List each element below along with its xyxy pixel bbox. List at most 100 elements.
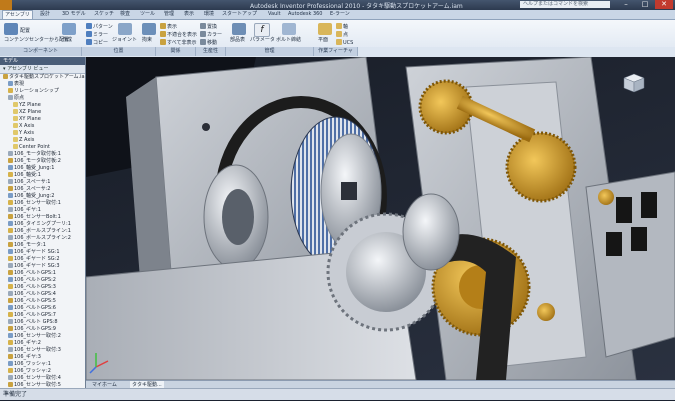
show-sick-button[interactable]: 不適合を表示 — [167, 32, 197, 38]
tab-getstarted[interactable]: スタートアップ — [222, 10, 257, 19]
tree-node[interactable]: リレーションシップ — [0, 88, 85, 95]
bom-button[interactable]: 部品表 — [230, 37, 245, 43]
tree-node[interactable]: 106_ボールスプライン:1 — [0, 228, 85, 235]
tree-node[interactable]: 106_ベルト GPS:8 — [0, 319, 85, 326]
tree-node[interactable]: 106_タイミングプーリ:1 — [0, 221, 85, 228]
ucs-button[interactable]: UCS — [343, 40, 353, 46]
tree-node[interactable]: 106_センサー取付:3 — [0, 347, 85, 354]
tab-vault[interactable]: Vault — [268, 10, 281, 19]
tree-node[interactable]: 原点 — [0, 95, 85, 102]
tree-node[interactable]: 106_ギヤード SG:3 — [0, 263, 85, 270]
tab-view[interactable]: 表示 — [184, 10, 194, 19]
tab-inspect[interactable]: 検査 — [120, 10, 130, 19]
pattern-button[interactable]: パターン — [93, 24, 113, 30]
tab-environments[interactable]: 環境 — [204, 10, 214, 19]
tree-node[interactable]: 106_スペーサ:1 — [0, 179, 85, 186]
tree-node[interactable]: 106_ベルトGPS:6 — [0, 305, 85, 312]
tree-node[interactable]: 106_モータ:1 — [0, 242, 85, 249]
photo-sensor[interactable] — [641, 192, 657, 218]
tree-node[interactable]: 106_ベルトGPS:2 — [0, 277, 85, 284]
tree-node[interactable]: 106_ギヤ:2 — [0, 340, 85, 347]
axis-button[interactable]: 軸 — [343, 24, 348, 30]
show-button[interactable]: 表示 — [167, 24, 177, 30]
tree-node[interactable]: Z Axis — [0, 137, 85, 144]
tree-node[interactable]: 106_ベルトGPS:4 — [0, 291, 85, 298]
tab-sketch[interactable]: スケッチ — [94, 10, 114, 19]
photo-sensor[interactable] — [631, 227, 647, 251]
tree-node[interactable]: 106_ボールスプライン:2 — [0, 235, 85, 242]
parameters-icon[interactable]: f — [254, 23, 270, 37]
tree-node[interactable]: タタキ駆動スプロケットアーム.iam — [0, 74, 85, 81]
tree-node[interactable]: 106_センサーBolt:1 — [0, 214, 85, 221]
bolt-icon[interactable] — [282, 23, 296, 35]
tree-node[interactable]: 106_ギヤード SG:2 — [0, 256, 85, 263]
tree-node[interactable]: Center Point — [0, 144, 85, 151]
parameters-button[interactable]: パラメータ — [250, 37, 275, 43]
silver-collar[interactable] — [402, 193, 460, 271]
tree-node[interactable]: 106_センサー取付:4 — [0, 375, 85, 382]
constrain-icon[interactable] — [142, 23, 156, 35]
tree-node[interactable]: 表現 — [0, 81, 85, 88]
tree-node[interactable]: 106_ベルトGPS:7 — [0, 312, 85, 319]
browser-view-label[interactable]: アセンブリ ビュー — [7, 66, 48, 72]
close-button[interactable]: ✕ — [655, 0, 673, 9]
joint-icon[interactable] — [118, 23, 132, 35]
photo-sensor[interactable] — [616, 197, 632, 223]
tab-elearn[interactable]: E-ラーン — [330, 10, 350, 19]
tab-3d-model[interactable]: 3D モデル — [62, 10, 86, 19]
tab-autodesk360[interactable]: Autodesk 360 — [288, 10, 323, 19]
tree-node[interactable]: 106_ワッシャ:1 — [0, 361, 85, 368]
create-button[interactable]: 作成 — [62, 37, 72, 43]
tree-node[interactable]: YZ Plane — [0, 102, 85, 109]
browser-toolbar[interactable]: ▾ アセンブリ ビュー — [0, 65, 85, 74]
tree-node[interactable]: X Axis — [0, 123, 85, 130]
place-button[interactable]: 配置 — [20, 28, 30, 34]
tree-node[interactable]: 106_センサー取付:2 — [0, 333, 85, 340]
tree-node[interactable]: XZ Plane — [0, 109, 85, 116]
tree-node[interactable]: 106_軸受_Jung:1 — [0, 165, 85, 172]
photo-sensor[interactable] — [606, 232, 622, 256]
minimize-button[interactable]: – — [617, 0, 635, 9]
create-icon[interactable] — [62, 23, 76, 35]
tree-node[interactable]: 106_ギヤ:1 — [0, 207, 85, 214]
tree-node[interactable]: 106_軸受:1 — [0, 172, 85, 179]
tree-node[interactable]: 106_モータ取付板:2 — [0, 158, 85, 165]
plane-button[interactable]: 平面 — [318, 37, 328, 43]
restore-button[interactable]: □ — [636, 0, 654, 9]
tab-tools[interactable]: ツール — [140, 10, 155, 19]
plane-icon[interactable] — [318, 23, 332, 35]
tree-node[interactable]: 106_センサー取付:1 — [0, 200, 85, 207]
point-button[interactable]: 点 — [343, 32, 348, 38]
constrain-button[interactable]: 拘束 — [142, 37, 152, 43]
app-menu-button[interactable] — [0, 0, 12, 10]
bolt-button[interactable]: ボルト締結 — [276, 37, 301, 43]
tree-node[interactable]: 106_ベルトGPS:9 — [0, 326, 85, 333]
tab-manage[interactable]: 管理 — [164, 10, 174, 19]
tree-node[interactable]: 106_スペーサ:2 — [0, 186, 85, 193]
tree-node[interactable]: 106_ギヤ:3 — [0, 354, 85, 361]
replace-button[interactable]: 置換 — [207, 24, 217, 30]
tree-node[interactable]: Y Axis — [0, 130, 85, 137]
joint-button[interactable]: ジョイント — [112, 37, 137, 43]
place-cc-button[interactable]: コンテンツセンターから配置 — [4, 37, 69, 43]
move-button[interactable]: 移動 — [207, 40, 217, 46]
tab-assemble[interactable]: アセンブリ — [2, 10, 33, 19]
tree-node[interactable]: 106_モータ取付板:1 — [0, 151, 85, 158]
hide-all-button[interactable]: すべて非表示 — [167, 40, 196, 46]
help-search-input[interactable]: ヘルプまたはコマンドを検索 — [520, 1, 610, 8]
color-button[interactable]: カラー — [207, 32, 222, 38]
graphics-window[interactable] — [86, 57, 675, 380]
place-icon[interactable] — [4, 23, 18, 35]
tab-design[interactable]: 設計 — [40, 10, 50, 19]
gold-gear-upper-right[interactable] — [505, 131, 577, 203]
mirror-button[interactable]: ミラー — [93, 32, 108, 38]
viewcube-icon[interactable] — [620, 72, 646, 94]
tree-node[interactable]: 106_ベルトGPS:5 — [0, 298, 85, 305]
tree-node[interactable]: 106_ベルトGPS:1 — [0, 270, 85, 277]
tree-node[interactable]: XY Plane — [0, 116, 85, 123]
copy-button[interactable]: コピー — [93, 40, 108, 46]
tree-node[interactable]: 106_ワッシャ:2 — [0, 368, 85, 375]
tree-node[interactable]: 106_軸受_Jung:2 — [0, 193, 85, 200]
bom-icon[interactable] — [232, 23, 246, 35]
tree-node[interactable]: 106_ギヤード SG:1 — [0, 249, 85, 256]
